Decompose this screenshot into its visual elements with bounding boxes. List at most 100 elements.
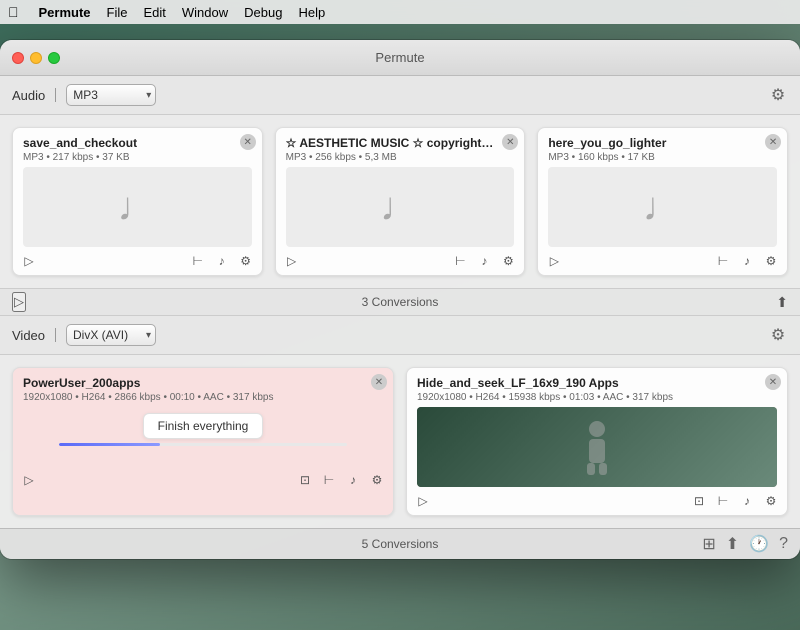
video-section-header: Video DivX (AVI) ⚙ [0, 316, 800, 355]
audio-export-icon[interactable]: ⬆ [776, 294, 788, 311]
menu-window[interactable]: Window [182, 5, 228, 20]
video-item-2-meta: 1920x1080 • H264 • 15938 kbps • 01:03 • … [417, 392, 777, 403]
video-item-2-settings[interactable]: ⚙ [763, 493, 779, 509]
music-note-icon-3: ♩ [643, 185, 683, 230]
music-note-icon-1: ♩ [117, 185, 157, 230]
video-item-2-play[interactable]: ▷ [415, 493, 431, 509]
audio-label: Audio [12, 88, 45, 103]
audio-item-1-meta: MP3 • 217 kbps • 37 KB [23, 152, 252, 163]
bottom-bar: 5 Conversions ⊞ ⬆ 🕐 ? [0, 528, 800, 559]
audio-item-3-controls: ▷ ⊢ ♪ ⚙ [538, 247, 787, 275]
audio-item-2-trim[interactable]: ⊢ [452, 253, 468, 269]
finish-everything-button[interactable]: Finish everything [143, 413, 264, 439]
bottom-bar-icons: ⊞ ⬆ 🕐 ? [702, 534, 788, 554]
bottom-export-icon[interactable]: ⬆ [726, 534, 739, 554]
audio-item-1-header: save_and_checkout MP3 • 217 kbps • 37 KB… [13, 128, 262, 167]
video-item-1: PowerUser_200apps 1920x1080 • H264 • 286… [12, 367, 394, 516]
video-item-1-trim[interactable]: ⊢ [321, 472, 337, 488]
video-item-2-trim[interactable]: ⊢ [715, 493, 731, 509]
apple-logo:  [8, 4, 19, 20]
audio-item-1-title: save_and_checkout [23, 136, 252, 150]
audio-item-1-play[interactable]: ▷ [21, 253, 37, 269]
audio-item-2-header: ☆ AESTHETIC MUSIC ☆ copyright free MP3 •… [276, 128, 525, 167]
video-item-1-crop[interactable]: ⊡ [297, 472, 313, 488]
audio-item-1-close[interactable]: ✕ [240, 134, 256, 150]
menu-app-name[interactable]: Permute [39, 5, 91, 20]
audio-item-3-settings[interactable]: ⚙ [763, 253, 779, 269]
audio-item-2-controls: ▷ ⊢ ♪ ⚙ [276, 247, 525, 275]
audio-item-2-thumbnail: ♩ [286, 167, 515, 247]
video-divider [55, 328, 56, 342]
music-note-icon-2: ♩ [380, 185, 420, 230]
video-item-2-crop[interactable]: ⊡ [691, 493, 707, 509]
video-item-1-close[interactable]: ✕ [371, 374, 387, 390]
audio-item-2-title: ☆ AESTHETIC MUSIC ☆ copyright free [286, 136, 515, 150]
menu-file[interactable]: File [107, 5, 128, 20]
audio-item-1-settings[interactable]: ⚙ [238, 253, 254, 269]
audio-format-wrapper[interactable]: MP3 [66, 84, 156, 106]
video-format-wrapper[interactable]: DivX (AVI) [66, 324, 156, 346]
video-label: Video [12, 328, 45, 343]
audio-item-2-meta: MP3 • 256 kbps • 5,3 MB [286, 152, 515, 163]
title-bar: Permute [0, 40, 800, 76]
audio-item-2-settings[interactable]: ⚙ [500, 253, 516, 269]
audio-format-select[interactable]: MP3 [66, 84, 156, 106]
audio-item-2: ☆ AESTHETIC MUSIC ☆ copyright free MP3 •… [275, 127, 526, 276]
close-button[interactable] [12, 52, 24, 64]
audio-item-3-title: here_you_go_lighter [548, 136, 777, 150]
audio-divider [55, 88, 56, 102]
audio-conversions-row: ▷ 3 Conversions ⬆ [0, 288, 800, 316]
menu-help[interactable]: Help [298, 5, 325, 20]
video-item-2: Hide_and_seek_LF_16x9_190 Apps 1920x1080… [406, 367, 788, 516]
maximize-button[interactable] [48, 52, 60, 64]
video-item-2-volume[interactable]: ♪ [739, 493, 755, 509]
audio-play-all-button[interactable]: ▷ [12, 292, 26, 312]
video-gear-icon[interactable]: ⚙ [768, 325, 788, 345]
audio-item-3-close[interactable]: ✕ [765, 134, 781, 150]
audio-item-3-meta: MP3 • 160 kbps • 17 KB [548, 152, 777, 163]
bottom-clock-icon[interactable]: 🕐 [749, 534, 769, 554]
video-item-1-conversion: Finish everything [13, 407, 393, 450]
video-item-2-header: Hide_and_seek_LF_16x9_190 Apps 1920x1080… [407, 368, 787, 407]
video-item-1-settings[interactable]: ⚙ [369, 472, 385, 488]
bottom-help-icon[interactable]: ? [779, 535, 788, 553]
video-item-1-volume[interactable]: ♪ [345, 472, 361, 488]
menu-bar:  Permute File Edit Window Debug Help [0, 0, 800, 24]
audio-items-grid: save_and_checkout MP3 • 217 kbps • 37 KB… [0, 115, 800, 288]
audio-item-2-close[interactable]: ✕ [502, 134, 518, 150]
video-item-2-thumbnail [417, 407, 777, 487]
video-item-1-header: PowerUser_200apps 1920x1080 • H264 • 286… [13, 368, 393, 407]
bottom-grid-icon[interactable]: ⊞ [702, 534, 715, 554]
video-format-select[interactable]: DivX (AVI) [66, 324, 156, 346]
window-title: Permute [375, 50, 424, 65]
menu-debug[interactable]: Debug [244, 5, 282, 20]
audio-conversions-count: 3 Conversions [362, 295, 439, 309]
audio-item-3-play[interactable]: ▷ [546, 253, 562, 269]
audio-section-header: Audio MP3 ⚙ [0, 76, 800, 115]
audio-gear-icon[interactable]: ⚙ [768, 85, 788, 105]
video-item-1-title: PowerUser_200apps [23, 376, 383, 390]
video-item-1-controls: ▷ ⊡ ⊢ ♪ ⚙ [13, 466, 393, 494]
audio-item-1-volume[interactable]: ♪ [214, 253, 230, 269]
audio-item-3: here_you_go_lighter MP3 • 160 kbps • 17 … [537, 127, 788, 276]
audio-item-2-volume[interactable]: ♪ [476, 253, 492, 269]
audio-item-1-trim[interactable]: ⊢ [190, 253, 206, 269]
video-item-2-title: Hide_and_seek_LF_16x9_190 Apps [417, 376, 777, 390]
audio-item-3-trim[interactable]: ⊢ [715, 253, 731, 269]
audio-item-2-play[interactable]: ▷ [284, 253, 300, 269]
video-item-2-controls: ▷ ⊡ ⊢ ♪ ⚙ [407, 487, 787, 515]
video-item-1-play[interactable]: ▷ [21, 472, 37, 488]
audio-item-3-header: here_you_go_lighter MP3 • 160 kbps • 17 … [538, 128, 787, 167]
audio-item-1: save_and_checkout MP3 • 217 kbps • 37 KB… [12, 127, 263, 276]
traffic-lights [12, 52, 60, 64]
audio-item-3-thumbnail: ♩ [548, 167, 777, 247]
video-item-2-close[interactable]: ✕ [765, 374, 781, 390]
minimize-button[interactable] [30, 52, 42, 64]
menu-edit[interactable]: Edit [143, 5, 165, 20]
video-thumbnail-person [577, 417, 617, 477]
audio-item-1-controls: ▷ ⊢ ♪ ⚙ [13, 247, 262, 275]
app-window: Permute Audio MP3 ⚙ save_and_checkout MP… [0, 40, 800, 559]
video-item-1-progress-fill [59, 443, 160, 446]
audio-item-3-volume[interactable]: ♪ [739, 253, 755, 269]
video-items-grid: PowerUser_200apps 1920x1080 • H264 • 286… [0, 355, 800, 528]
